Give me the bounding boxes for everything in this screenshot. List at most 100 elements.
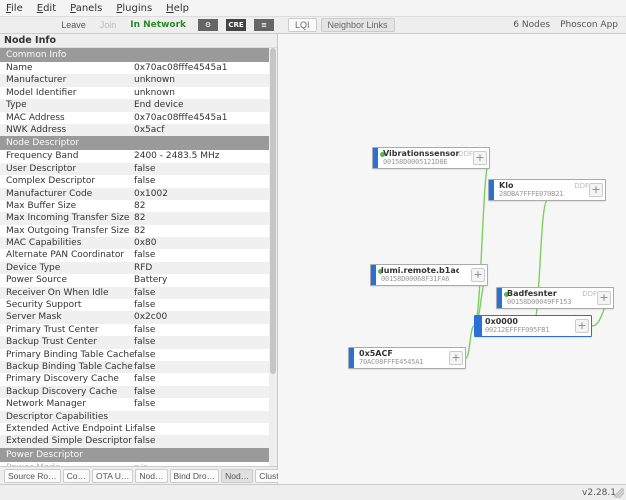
bottom-tab[interactable]: OTA U… bbox=[92, 469, 133, 483]
property-row: Max Outgoing Transfer Size82 bbox=[0, 225, 269, 237]
menu-help[interactable]: Help bbox=[166, 3, 189, 14]
property-value: false bbox=[134, 249, 269, 261]
property-row: MAC Capabilities0x80 bbox=[0, 237, 269, 249]
property-row: Receiver On When Idlefalse bbox=[0, 287, 269, 299]
property-value: 82 bbox=[134, 200, 269, 212]
node-title: Vibrationssensor bbox=[383, 149, 461, 158]
property-row: Backup Binding Table Cachefalse bbox=[0, 361, 269, 373]
network-graph[interactable]: Vibrationssensor00158D0005121D8EDDF+Klo2… bbox=[278, 34, 626, 484]
bottom-tab[interactable]: Nod… bbox=[221, 469, 253, 483]
property-key: Manufacturer bbox=[0, 74, 134, 86]
node-title: lumi.remote.b1acn01 bbox=[381, 266, 459, 275]
panel-title: Node Info bbox=[0, 34, 277, 48]
property-key: Primary Discovery Cache bbox=[0, 373, 134, 385]
bottom-tab[interactable]: Nod… bbox=[135, 469, 167, 483]
property-key: Receiver On When Idle bbox=[0, 287, 134, 299]
property-row: Network Managerfalse bbox=[0, 398, 269, 410]
node-title: Klo bbox=[499, 181, 577, 190]
property-key: Server Mask bbox=[0, 311, 134, 323]
property-value: 0x80 bbox=[134, 237, 269, 249]
property-value: RFD bbox=[134, 262, 269, 274]
property-row: Complex Descriptorfalse bbox=[0, 175, 269, 187]
property-key: Alternate PAN Coordinator bbox=[0, 249, 134, 261]
property-key: Backup Binding Table Cache bbox=[0, 361, 134, 373]
property-row: Extended Simple Descriptor Listfalse bbox=[0, 435, 269, 447]
property-key: Max Incoming Transfer Size bbox=[0, 212, 134, 224]
property-value: false bbox=[134, 398, 269, 410]
property-value: 0x70ac08fffe4545a1 bbox=[134, 62, 269, 74]
expand-icon[interactable]: + bbox=[589, 183, 603, 197]
property-key: User Descriptor bbox=[0, 163, 134, 175]
property-key: Extended Simple Descriptor List bbox=[0, 435, 134, 447]
leave-button[interactable]: Leave bbox=[57, 18, 90, 32]
node-address: 00158D00049FF153 bbox=[507, 298, 585, 306]
toolbar: Leave Join In Network ⚙ CRE ≡ LQI Neighb… bbox=[0, 16, 626, 34]
property-value: false bbox=[134, 361, 269, 373]
bottom-tab[interactable]: Source Ro… bbox=[4, 469, 61, 483]
property-key: Model Identifier bbox=[0, 87, 134, 99]
property-value: 0x2c00 bbox=[134, 311, 269, 323]
expand-icon[interactable]: + bbox=[449, 351, 463, 365]
property-value: 0x70ac08fffe4545a1 bbox=[134, 112, 269, 124]
property-value: 2400 - 2483.5 MHz bbox=[134, 150, 269, 162]
menu-edit[interactable]: Edit bbox=[37, 3, 56, 14]
property-value: false bbox=[134, 386, 269, 398]
property-key: Power Source bbox=[0, 274, 134, 286]
node-info-table: Common InfoName0x70ac08fffe4545a1Manufac… bbox=[0, 48, 269, 466]
expand-icon[interactable]: + bbox=[575, 319, 589, 333]
graph-node-acf[interactable]: 0x5ACF70AC08FFFE4545A1+ bbox=[348, 347, 466, 369]
version-label: v2.28.1 bbox=[582, 488, 616, 498]
property-key: Extended Active Endpoint List bbox=[0, 423, 134, 435]
property-row: Device TypeRFD bbox=[0, 262, 269, 274]
expand-icon[interactable]: + bbox=[473, 151, 487, 165]
property-key: Primary Trust Center bbox=[0, 324, 134, 336]
property-key: Network Manager bbox=[0, 398, 134, 410]
menu-file[interactable]: File bbox=[6, 3, 23, 14]
property-row: Extended Active Endpoint Listfalse bbox=[0, 423, 269, 435]
property-key: Device Type bbox=[0, 262, 134, 274]
phoscon-app-link[interactable]: Phoscon App bbox=[560, 20, 618, 30]
property-row: Server Mask0x2c00 bbox=[0, 311, 269, 323]
graph-node-coord[interactable]: 0x000000212EFFFF095FB1+ bbox=[474, 315, 592, 337]
tab-lqi[interactable]: LQI bbox=[288, 18, 317, 32]
section-header: Node Descriptor bbox=[0, 136, 269, 150]
property-key: Type bbox=[0, 99, 134, 111]
resize-grip-icon[interactable] bbox=[614, 488, 624, 498]
chip-cre[interactable]: CRE bbox=[226, 19, 246, 31]
property-key: Frequency Band bbox=[0, 150, 134, 162]
property-row: Backup Trust Centerfalse bbox=[0, 336, 269, 348]
node-title: 0x0000 bbox=[485, 317, 563, 326]
property-row: Manufacturerunknown bbox=[0, 74, 269, 86]
property-key: Max Buffer Size bbox=[0, 200, 134, 212]
graph-node-klo[interactable]: Klo28DBA7FFFE070B21DDF+ bbox=[488, 179, 606, 201]
property-value: n/a bbox=[134, 462, 269, 466]
bottom-tab[interactable]: Co… bbox=[63, 469, 90, 483]
chip-menu-icon[interactable]: ≡ bbox=[254, 19, 274, 31]
tab-neighbor-links[interactable]: Neighbor Links bbox=[321, 18, 395, 32]
node-address: 00158D00068F31FA6 bbox=[381, 275, 459, 283]
property-key: Primary Binding Table Cache bbox=[0, 349, 134, 361]
property-row: Power SourceBattery bbox=[0, 274, 269, 286]
property-key: Name bbox=[0, 62, 134, 74]
node-address: 00158D0005121D8E bbox=[383, 158, 461, 166]
menu-panels[interactable]: Panels bbox=[70, 3, 102, 14]
graph-node-lumi[interactable]: lumi.remote.b1acn0100158D00068F31FA6 + bbox=[370, 264, 488, 286]
property-value: 0x5acf bbox=[134, 124, 269, 136]
menu-plugins[interactable]: Plugins bbox=[116, 3, 152, 14]
graph-node-vib[interactable]: Vibrationssensor00158D0005121D8EDDF+ bbox=[372, 147, 490, 169]
join-button[interactable]: Join bbox=[96, 18, 121, 32]
chip-gear-icon[interactable]: ⚙ bbox=[198, 19, 218, 31]
node-address: 70AC08FFFE4545A1 bbox=[359, 358, 437, 366]
bottom-tab[interactable]: Bind Dro… bbox=[170, 469, 220, 483]
graph-link bbox=[466, 326, 474, 358]
vertical-scrollbar[interactable] bbox=[269, 48, 277, 466]
property-row: Alternate PAN Coordinatorfalse bbox=[0, 249, 269, 261]
graph-node-bad[interactable]: Badfesnter00158D00049FF153DDF+ bbox=[496, 287, 614, 309]
property-key: MAC Address bbox=[0, 112, 134, 124]
ddf-badge: DDF bbox=[574, 182, 589, 190]
node-address: 28DBA7FFFE070B21 bbox=[499, 190, 577, 198]
expand-icon[interactable]: + bbox=[471, 268, 485, 282]
property-row: User Descriptorfalse bbox=[0, 163, 269, 175]
expand-icon[interactable]: + bbox=[597, 291, 611, 305]
ddf-badge: DDF bbox=[582, 290, 597, 298]
